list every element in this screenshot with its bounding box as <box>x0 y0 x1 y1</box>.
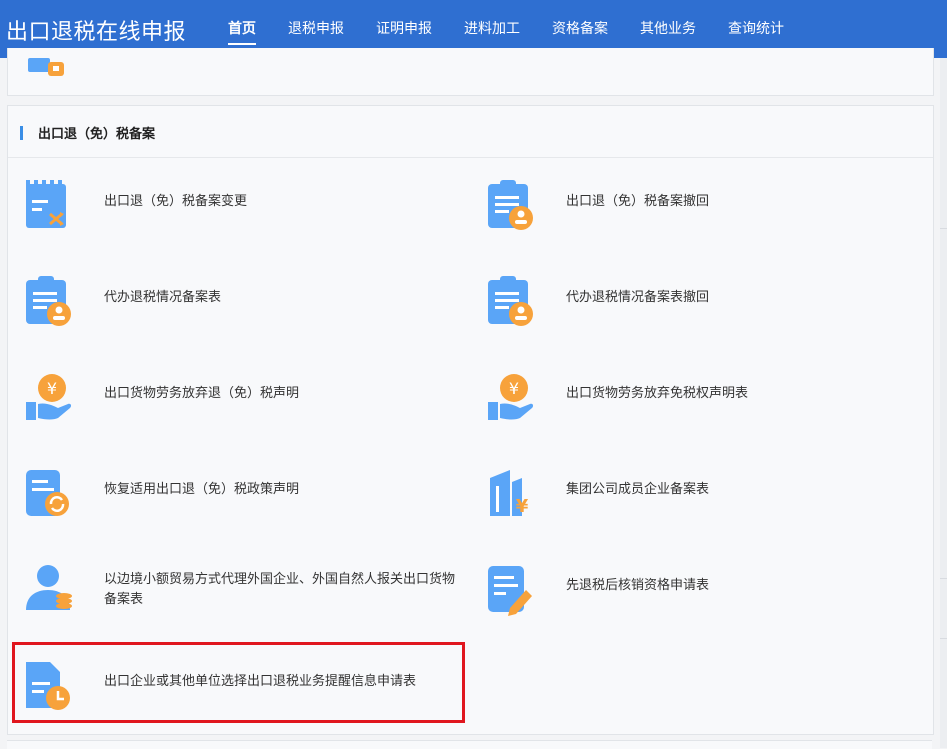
document-pen-icon <box>488 566 532 616</box>
item-restore-policy-statement[interactable]: 恢复适用出口退（免）税政策声明 <box>24 468 464 548</box>
item-label: 代办退税情况备案表 <box>104 290 222 305</box>
app-title: 出口退税在线申报 <box>6 20 187 45</box>
item-agent-refund-filing[interactable]: 代办退税情况备案表 <box>24 276 464 356</box>
item-filing-withdraw[interactable]: 出口退（免）税备案撤回 <box>486 180 926 260</box>
item-label: 集团公司成员企业备案表 <box>566 482 710 497</box>
partial-user-icon <box>28 58 64 76</box>
building-yuan-icon: ¥ <box>490 470 529 517</box>
item-label: 以边境小额贸易方式代理外国企业、外国自然人报关出口货物备案表 <box>104 572 456 607</box>
item-label: 恢复适用出口退（免）税政策声明 <box>104 482 300 497</box>
item-label: 出口货物劳务放弃退（免）税声明 <box>104 386 300 401</box>
svg-text:¥: ¥ <box>47 379 57 398</box>
filing-section-card: 出口退（免）税备案 出口退（免）税备案变更 出口退（免）税备案撤回 代办退税情况… <box>7 105 934 735</box>
item-filing-change[interactable]: 出口退（免）税备案变更 <box>24 180 464 260</box>
item-refund-reminder-application[interactable]: 出口企业或其他单位选择出口退税业务提醒信息申请表 <box>24 660 464 740</box>
section-header-accent <box>20 126 23 140</box>
item-group-member-filing[interactable]: ¥ 集团公司成员企业备案表 <box>486 468 926 548</box>
svg-text:¥: ¥ <box>509 379 519 398</box>
section-title: 出口退（免）税备案 <box>38 127 156 142</box>
right-side-panel <box>940 58 947 748</box>
side-divider <box>940 638 947 639</box>
item-agent-refund-filing-withdraw[interactable]: 代办退税情况备案表撤回 <box>486 276 926 356</box>
hand-yuan-icon: ¥ <box>26 374 72 420</box>
item-label: 出口货物劳务放弃免税权声明表 <box>566 386 749 401</box>
item-label: 出口退（免）税备案撤回 <box>566 194 710 209</box>
item-border-trade-agent-filing[interactable]: 以边境小额贸易方式代理外国企业、外国自然人报关出口货物备案表 <box>24 564 464 644</box>
document-refresh-icon <box>26 470 69 516</box>
clipboard-user-icon <box>488 180 533 230</box>
item-label: 代办退税情况备案表撤回 <box>566 290 710 305</box>
item-label: 先退税后核销资格申请表 <box>566 578 710 593</box>
item-label: 出口企业或其他单位选择出口退税业务提醒信息申请表 <box>104 674 417 689</box>
previous-card <box>7 48 934 96</box>
document-clock-icon <box>26 662 70 710</box>
side-divider <box>940 228 947 229</box>
svg-text:¥: ¥ <box>516 496 529 517</box>
item-waive-refund-statement[interactable]: ¥ 出口货物劳务放弃退（免）税声明 <box>24 372 464 452</box>
item-refund-first-verify-later[interactable]: 先退税后核销资格申请表 <box>486 564 926 644</box>
user-coins-icon <box>26 565 72 610</box>
clipboard-user-icon <box>488 276 533 326</box>
section-header: 出口退（免）税备案 <box>8 106 933 158</box>
item-waive-exemption-statement[interactable]: ¥ 出口货物劳务放弃免税权声明表 <box>486 372 926 452</box>
side-divider <box>940 578 947 579</box>
item-label: 出口退（免）税备案变更 <box>104 194 248 209</box>
calendar-shuffle-icon <box>26 180 66 228</box>
clipboard-user-icon <box>26 276 71 326</box>
hand-yuan-icon: ¥ <box>488 374 534 420</box>
